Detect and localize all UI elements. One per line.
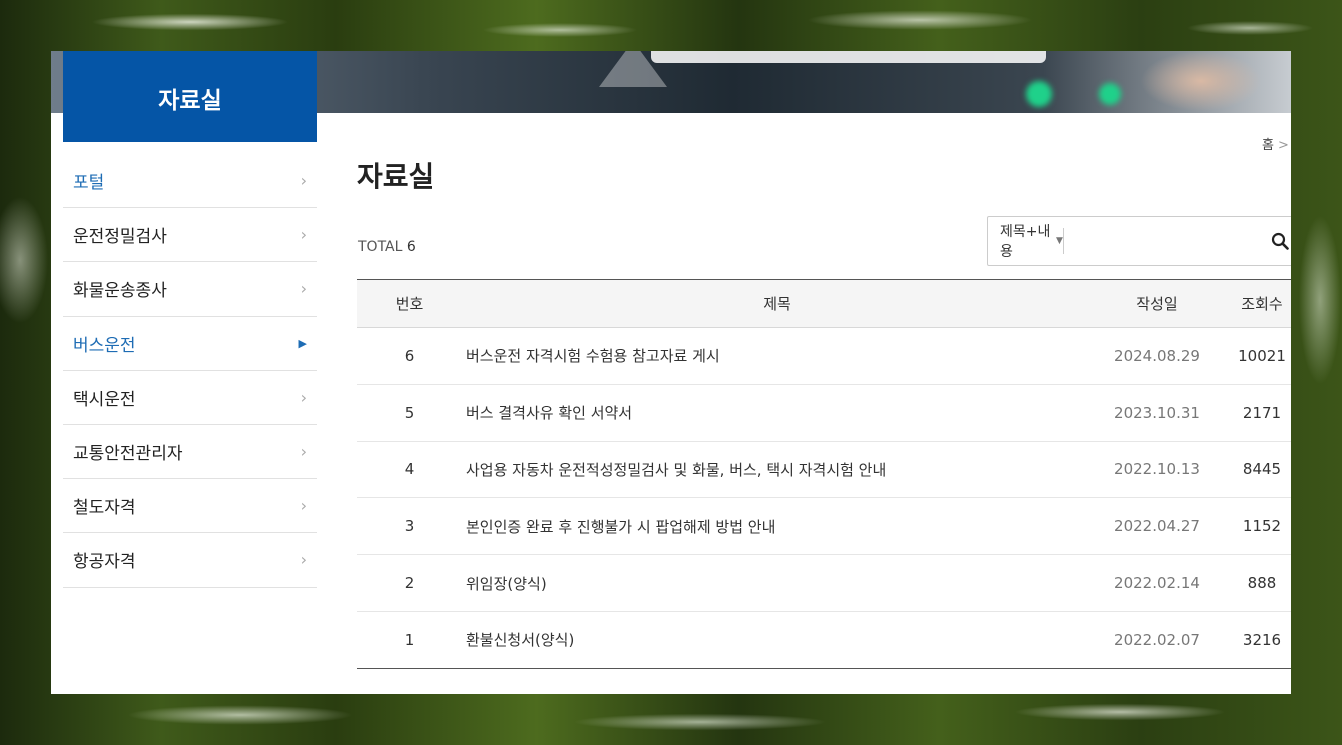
breadcrumb: 홈 >: [1262, 134, 1289, 153]
table-row: 3 본인인증 완료 후 진행불가 시 팝업해제 방법 안내 2022.04.27…: [357, 497, 1291, 556]
search-bar: 제목+내용 ▼: [987, 216, 1291, 266]
sidebar-item-driving-aptitude-test[interactable]: 운전정밀검사 ›: [63, 208, 317, 263]
post-title-link[interactable]: 사업용 자동차 운전적성정밀검사 및 화물, 버스, 택시 자격시험 안내: [466, 461, 886, 479]
post-title-link[interactable]: 버스 결격사유 확인 서약서: [466, 404, 632, 422]
sidebar-menu: 포털 › 운전정밀검사 › 화물운송종사 › 버스운전 ▶ 택시운전 › 교통안…: [63, 154, 317, 588]
sidebar-item-railway[interactable]: 철도자격 ›: [63, 479, 317, 534]
cell-views: 8445: [1222, 441, 1291, 499]
sidebar-item-portal[interactable]: 포털 ›: [63, 154, 317, 209]
total-number: 6: [406, 239, 416, 255]
content-panel: 자료실 포털 › 운전정밀검사 › 화물운송종사 › 버스운전 ▶ 택시운전 ›…: [51, 51, 1291, 694]
chevron-right-icon: ›: [300, 550, 307, 570]
cell-date: 2024.08.29: [1092, 327, 1222, 385]
search-type-value: 제목+내용: [1000, 224, 1051, 260]
cell-views: 2171: [1222, 384, 1291, 442]
table-row: 2 위임장(양식) 2022.02.14 888: [357, 554, 1291, 612]
table-row: 6 버스운전 자격시험 수험용 참고자료 게시 2024.08.29 10021: [357, 327, 1291, 385]
cell-no: 3: [357, 497, 462, 556]
chevron-right-icon: ›: [300, 171, 307, 191]
cell-date: 2022.02.14: [1092, 554, 1222, 612]
cell-no: 2: [357, 554, 462, 612]
sidebar-item-label: 화물운송종사: [73, 281, 167, 302]
sidebar-title: 자료실: [63, 51, 317, 142]
cell-title: 사업용 자동차 운전적성정밀검사 및 화물, 버스, 택시 자격시험 안내: [462, 441, 1092, 499]
table-row: 1 환불신청서(양식) 2022.02.07 3216: [357, 611, 1291, 668]
table-row: 4 사업용 자동차 운전적성정밀검사 및 화물, 버스, 택시 자격시험 안내 …: [357, 441, 1291, 499]
sidebar-item-label: 포털: [73, 173, 105, 194]
cell-date: 2022.04.27: [1092, 497, 1222, 556]
cell-no: 1: [404, 630, 415, 649]
cell-title: 환불신청서(양식): [462, 611, 1092, 668]
cell-title: 본인인증 완료 후 진행불가 시 팝업해제 방법 안내: [462, 497, 1092, 556]
search-icon: [1272, 232, 1290, 250]
sidebar-item-label: 버스운전: [73, 335, 136, 356]
header-date: 작성일: [1092, 279, 1222, 328]
sidebar-item-taxi-driving[interactable]: 택시운전 ›: [63, 371, 317, 425]
breadcrumb-separator: >: [1277, 138, 1289, 153]
sidebar-item-aviation[interactable]: 항공자격 ›: [63, 533, 317, 588]
caret-down-icon: ▼: [1055, 236, 1063, 246]
sidebar-item-traffic-safety-manager[interactable]: 교통안전관리자 ›: [63, 425, 317, 480]
post-title-link[interactable]: 본인인증 완료 후 진행불가 시 팝업해제 방법 안내: [466, 518, 775, 536]
sidebar-item-label: 교통안전관리자: [73, 444, 183, 465]
cell-title: 위임장(양식): [462, 554, 1092, 612]
cell-title: 버스운전 자격시험 수험용 참고자료 게시: [462, 327, 1092, 385]
page-title: 자료실: [357, 160, 435, 193]
cell-views: 3216: [1242, 630, 1282, 649]
table-row: 5 버스 결격사유 확인 서약서 2023.10.31 2171: [357, 384, 1291, 442]
cell-date: 2022.02.07: [1114, 630, 1200, 649]
total-label: TOTAL: [358, 239, 403, 255]
cell-no: 4: [357, 441, 462, 499]
sidebar-item-label: 항공자격: [73, 552, 136, 573]
search-input[interactable]: [1063, 221, 1265, 261]
sidebar-item-bus-driving[interactable]: 버스운전 ▶: [63, 317, 317, 371]
chevron-right-icon: ›: [300, 387, 307, 407]
caret-right-icon: ▶: [298, 336, 307, 350]
cell-views: 10021: [1222, 327, 1291, 385]
header-views: 조회수: [1222, 279, 1291, 328]
chevron-right-icon: ›: [300, 279, 307, 299]
cell-views: 1152: [1222, 497, 1291, 556]
sidebar-item-label: 택시운전: [73, 389, 136, 410]
chevron-right-icon: ›: [300, 442, 307, 462]
chevron-right-icon: ›: [300, 496, 307, 516]
chevron-right-icon: ›: [300, 225, 307, 245]
cell-date: 2023.10.31: [1092, 384, 1222, 442]
cell-date: 2022.10.13: [1092, 441, 1222, 499]
breadcrumb-home[interactable]: 홈: [1262, 138, 1274, 153]
post-title-link[interactable]: 환불신청서(양식): [466, 631, 574, 649]
search-button[interactable]: [1265, 217, 1291, 265]
sidebar-item-label: 철도자격: [73, 498, 136, 519]
cell-no: 6: [357, 327, 462, 385]
post-title-link[interactable]: 버스운전 자격시험 수험용 참고자료 게시: [466, 347, 720, 365]
sidebar-item-label: 운전정밀검사: [73, 227, 167, 248]
cell-title: 버스 결격사유 확인 서약서: [462, 384, 1092, 442]
sidebar-item-freight-transport[interactable]: 화물운송종사 ›: [63, 262, 317, 317]
total-count: TOTAL 6: [358, 239, 416, 255]
board-table: 번호 제목 작성일 조회수 6 버스운전 자격시험 수험용 참고자료 게시 20…: [357, 279, 1291, 669]
post-title-link[interactable]: 위임장(양식): [466, 575, 547, 593]
header-title: 제목: [462, 279, 1092, 328]
cell-views: 888: [1222, 554, 1291, 612]
cell-no: 5: [357, 384, 462, 442]
search-type-select[interactable]: 제목+내용 ▼: [988, 221, 1063, 261]
table-header-row: 번호 제목 작성일 조회수: [357, 279, 1291, 328]
header-no: 번호: [357, 279, 462, 328]
